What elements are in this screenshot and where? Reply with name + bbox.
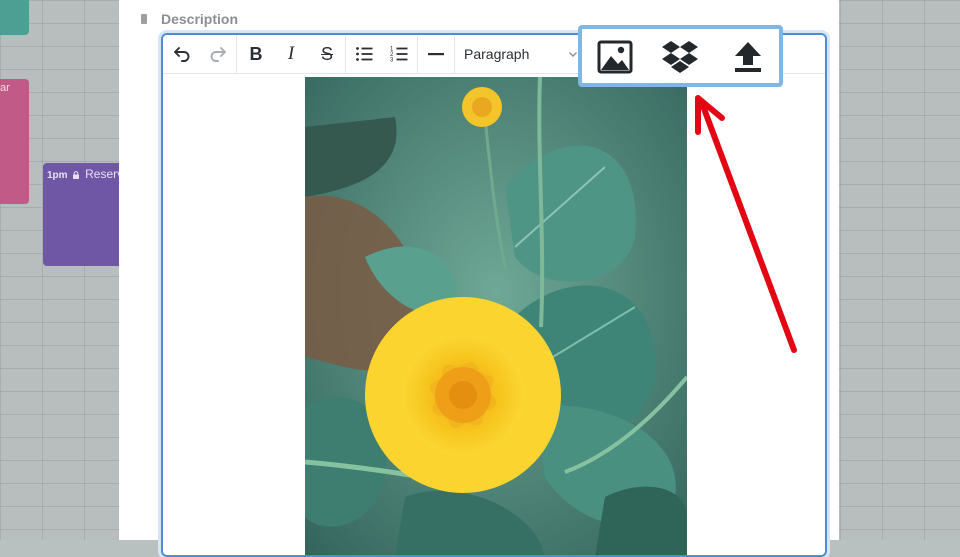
drag-handle-icon[interactable] — [141, 14, 147, 24]
lock-icon — [73, 171, 80, 179]
rich-text-editor[interactable]: B I S 1 2 3 Paragraph — [161, 33, 827, 557]
horizontal-rule-icon — [428, 53, 444, 56]
horizontal-rule-button[interactable] — [421, 39, 451, 69]
bold-button[interactable]: B — [241, 39, 271, 69]
redo-icon — [210, 47, 226, 62]
event-title: ar — [0, 82, 10, 94]
toolbar-divider — [236, 35, 237, 73]
event-title: Reserv — [85, 167, 123, 181]
block-format-value: Paragraph — [464, 46, 530, 62]
calendar-event[interactable] — [0, 0, 29, 35]
upload-options-toolbar — [578, 25, 783, 87]
flower-photo — [305, 77, 687, 555]
dropbox-icon — [662, 41, 698, 73]
toolbar-divider — [454, 35, 455, 73]
toolbar-divider — [417, 35, 418, 73]
italic-button[interactable]: I — [276, 39, 306, 69]
redo-button[interactable] — [203, 39, 233, 69]
bullet-list-button[interactable] — [349, 39, 379, 69]
svg-text:3: 3 — [390, 58, 394, 64]
toolbar-divider — [345, 35, 346, 73]
flower-image[interactable] — [305, 77, 687, 555]
image-icon — [597, 40, 633, 74]
bullet-list-icon — [356, 47, 373, 61]
calendar-event[interactable]: 1pm Reserv — [43, 163, 123, 266]
chevron-down-icon — [569, 52, 577, 57]
upload-button[interactable] — [728, 39, 768, 75]
block-format-select[interactable]: Paragraph — [456, 39, 594, 69]
calendar-event[interactable]: ar — [0, 79, 29, 204]
dropbox-button[interactable] — [660, 39, 700, 75]
numbered-list-button[interactable]: 1 2 3 — [384, 39, 414, 69]
insert-image-button[interactable] — [595, 39, 635, 75]
undo-icon — [174, 47, 190, 62]
numbered-list-icon: 1 2 3 — [390, 47, 408, 64]
description-label: Description — [161, 11, 239, 27]
strikethrough-button[interactable]: S — [312, 39, 342, 69]
event-time: 1pm — [47, 170, 68, 181]
undo-button[interactable] — [167, 39, 197, 69]
upload-icon — [735, 42, 761, 72]
